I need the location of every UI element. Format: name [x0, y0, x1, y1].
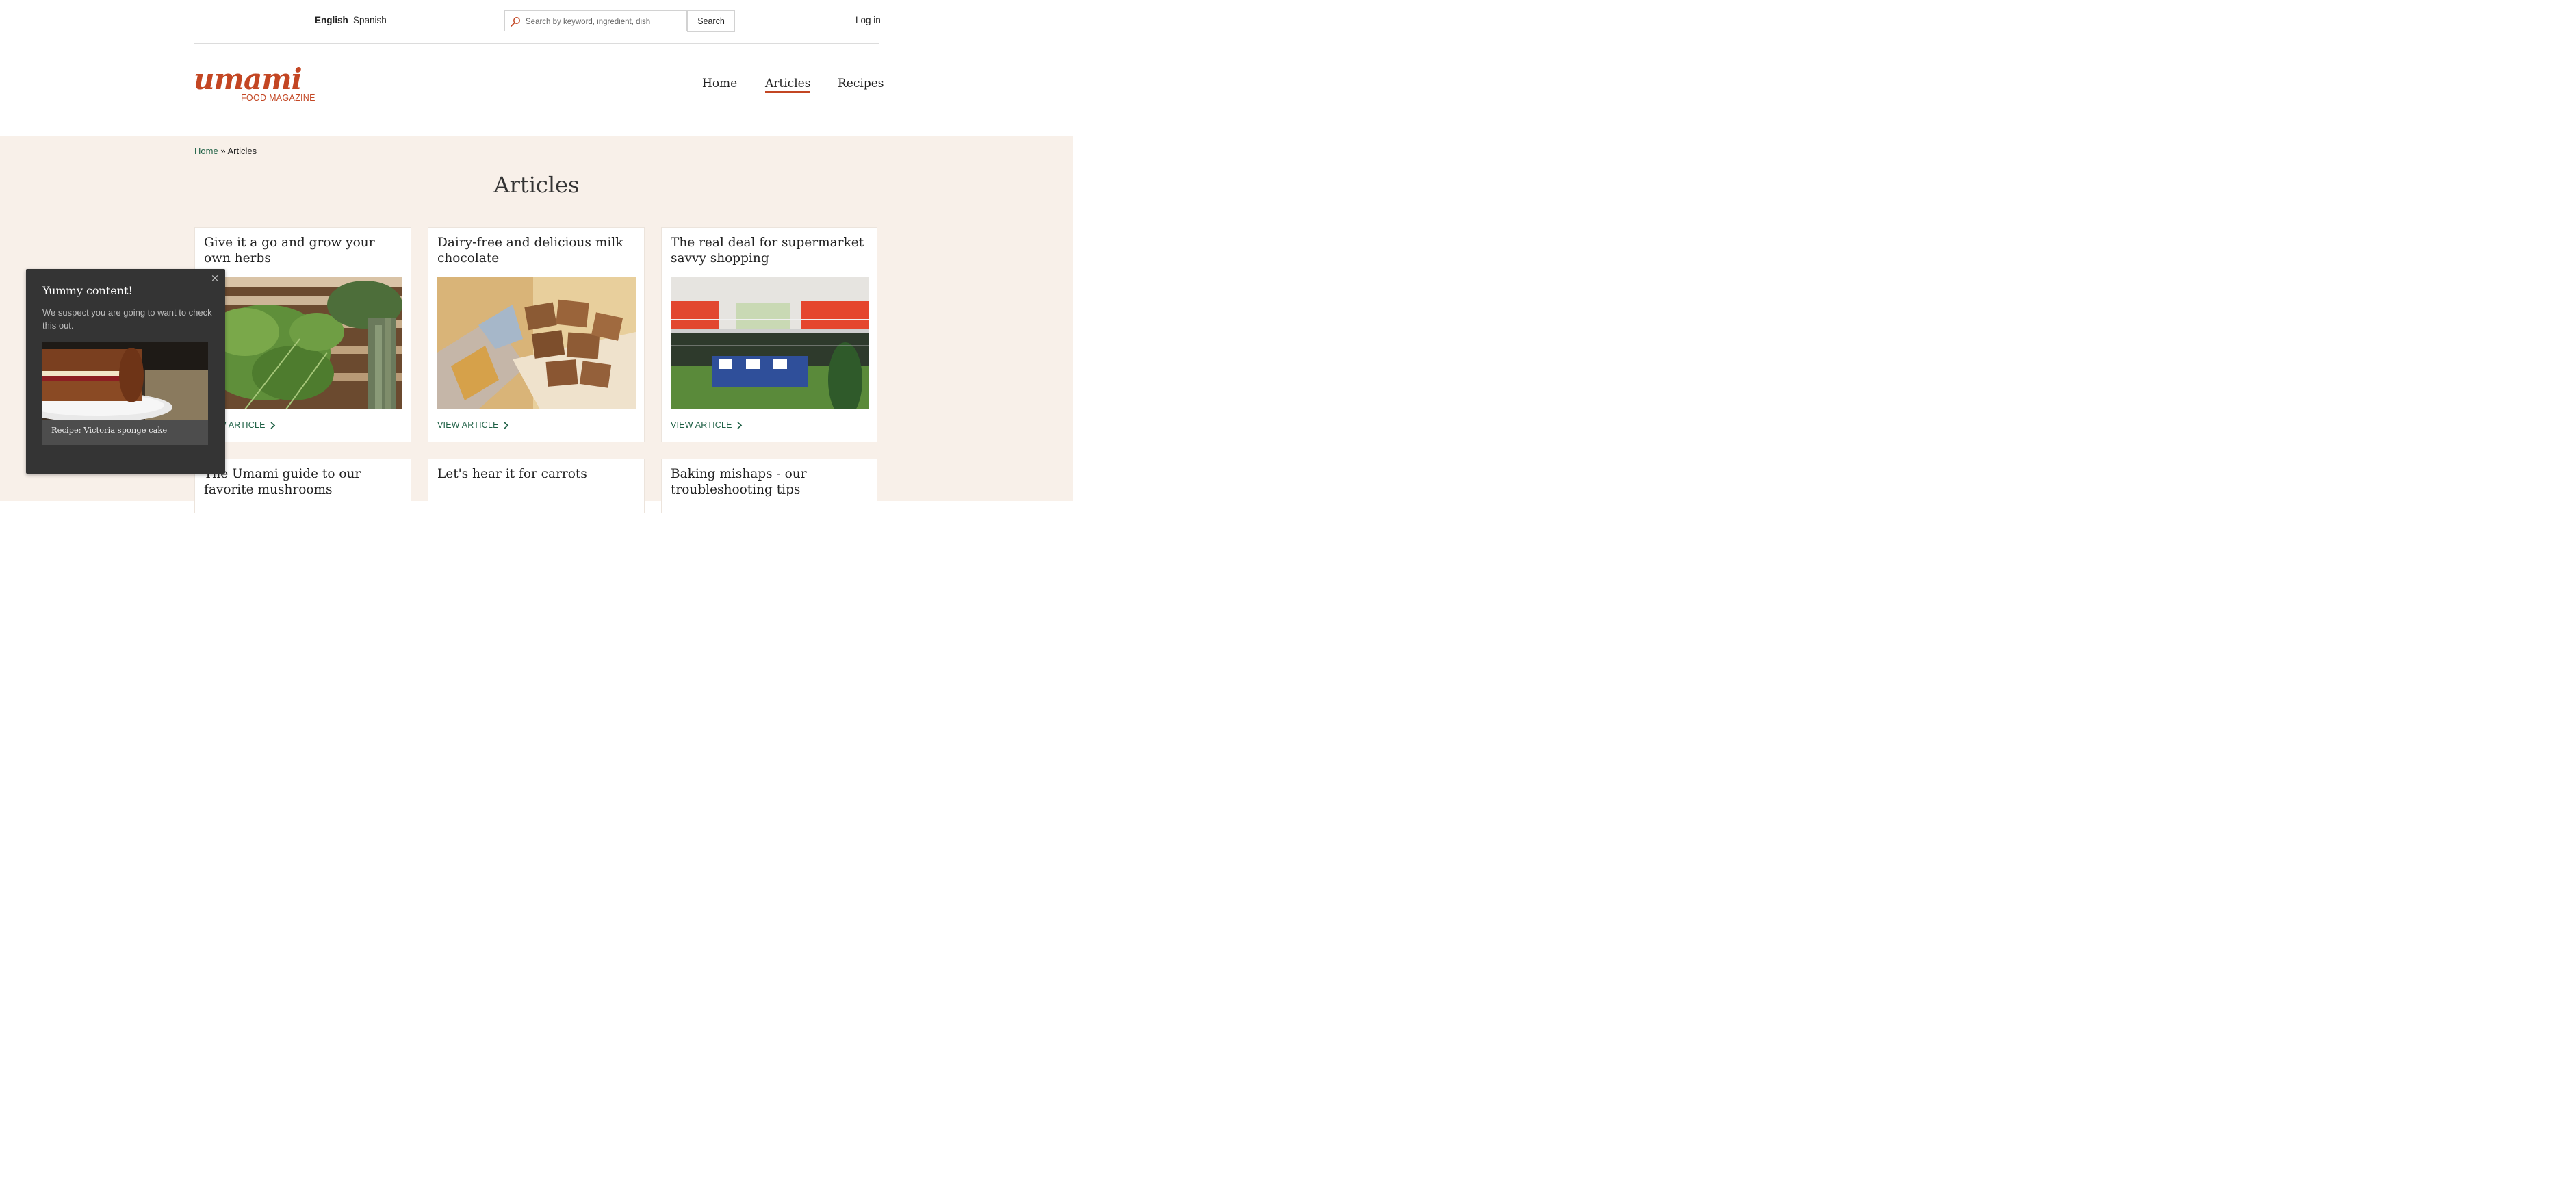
- top-bar: English Spanish Search Log in: [0, 0, 1073, 44]
- language-english[interactable]: English: [315, 15, 348, 25]
- search-button[interactable]: Search: [687, 10, 735, 32]
- chevron-right-icon: [504, 421, 508, 429]
- language-spanish[interactable]: Spanish: [353, 15, 387, 25]
- view-article-link[interactable]: VIEW ARTICLE: [437, 420, 509, 430]
- logo-subtitle: FOOD MAGAZINE: [241, 93, 315, 103]
- article-card[interactable]: Let's hear it for carrots: [428, 459, 645, 513]
- article-card[interactable]: Give it a go and grow your own herbs VIE…: [194, 227, 411, 442]
- breadcrumb-separator: »: [220, 146, 226, 156]
- view-article-link[interactable]: VIEW ARTICLE: [671, 420, 743, 430]
- article-card[interactable]: Baking mishaps - our troubleshooting tip…: [661, 459, 877, 513]
- header-divider: [194, 43, 879, 44]
- nav-home[interactable]: Home: [702, 77, 737, 90]
- search-box: [504, 10, 687, 31]
- popup-image[interactable]: [42, 342, 208, 420]
- article-title[interactable]: Let's hear it for carrots: [437, 466, 636, 482]
- popup-caption[interactable]: Recipe: Victoria sponge cake: [42, 420, 208, 445]
- sponge-cake-photo: [42, 342, 208, 420]
- login-link[interactable]: Log in: [855, 15, 881, 25]
- article-title[interactable]: Give it a go and grow your own herbs: [204, 235, 402, 266]
- article-card[interactable]: The real deal for supermarket savvy shop…: [661, 227, 877, 442]
- article-title[interactable]: The Umami guide to our favorite mushroom…: [204, 466, 402, 498]
- popup-title: Yummy content!: [42, 284, 133, 297]
- popup-text: We suspect you are going to want to chec…: [42, 307, 212, 331]
- breadcrumb-home-link[interactable]: Home: [194, 146, 218, 156]
- article-card[interactable]: The Umami guide to our favorite mushroom…: [194, 459, 411, 513]
- article-title[interactable]: The real deal for supermarket savvy shop…: [671, 235, 868, 266]
- supermarket-photo: [671, 277, 869, 409]
- breadcrumb-current: Articles: [227, 146, 257, 156]
- close-icon[interactable]: ×: [209, 272, 220, 283]
- logo-wordmark: umami: [194, 62, 302, 96]
- article-image[interactable]: [671, 277, 869, 409]
- search-icon: [511, 17, 520, 27]
- nav-recipes[interactable]: Recipes: [838, 77, 884, 90]
- chevron-right-icon: [270, 421, 275, 429]
- view-article-label: VIEW ARTICLE: [671, 420, 732, 430]
- article-title[interactable]: Baking mishaps - our troubleshooting tip…: [671, 466, 868, 498]
- article-image[interactable]: [437, 277, 636, 409]
- nav-articles[interactable]: Articles: [765, 77, 811, 93]
- herbs-photo: [204, 277, 402, 409]
- search-input[interactable]: [524, 14, 684, 30]
- article-image[interactable]: [204, 277, 402, 409]
- promo-popup: × Yummy content! We suspect you are goin…: [26, 269, 225, 474]
- chocolate-photo: [437, 277, 636, 409]
- view-article-label: VIEW ARTICLE: [437, 420, 499, 430]
- article-title[interactable]: Dairy-free and delicious milk chocolate: [437, 235, 636, 266]
- page-title: Articles: [493, 172, 580, 198]
- breadcrumb: Home » Articles: [194, 146, 257, 156]
- chevron-right-icon: [737, 421, 742, 429]
- article-card[interactable]: Dairy-free and delicious milk chocolate …: [428, 227, 645, 442]
